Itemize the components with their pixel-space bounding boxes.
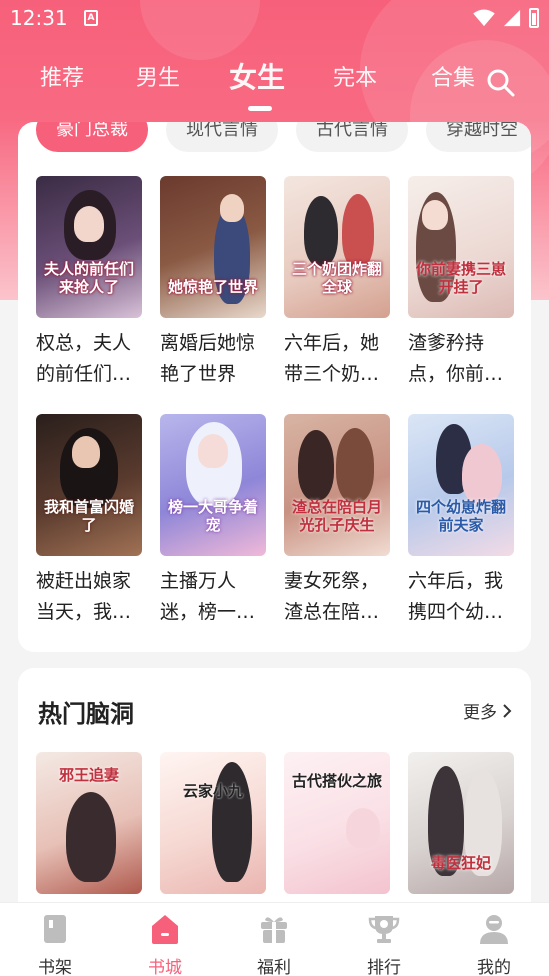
tab-completed[interactable]: 完本 bbox=[333, 60, 377, 92]
nav-bookshelf[interactable]: 书架 bbox=[0, 903, 110, 976]
more-label: 更多 bbox=[463, 703, 497, 723]
status-time: 12:31 bbox=[10, 6, 68, 30]
book-item[interactable]: 邪王追妻 bbox=[36, 752, 142, 894]
book-item[interactable]: 渣总在陪白月光孔子庆生 妻女死祭，渣总在陪白月光孔子庆生 bbox=[284, 414, 390, 628]
book-item[interactable]: 毒医狂妃 bbox=[408, 752, 514, 894]
book-cover[interactable]: 古代搭伙之旅 bbox=[284, 752, 390, 894]
hot-section-card: 热门脑洞 更多 邪王追妻 云家小九 古代搭伙之旅 毒医狂妃 bbox=[18, 668, 531, 928]
book-title[interactable]: 渣爹矜持点，你前妻携三崽开挂了 bbox=[408, 328, 514, 390]
cover-title: 邪王追妻 bbox=[58, 766, 119, 784]
book-title[interactable]: 权总，夫人的前任们来抢人了 bbox=[36, 328, 142, 390]
top-tabs: 推荐 男生 女生 完本 合集 bbox=[0, 60, 549, 111]
category-chips: 豪门总裁 现代言情 古代言情 穿越时空 bbox=[36, 122, 531, 152]
cover-title: 毒医狂妃 bbox=[430, 854, 491, 872]
cover-title: 你前妻携三崽开挂了 bbox=[415, 260, 506, 296]
tab-collections[interactable]: 合集 bbox=[431, 60, 475, 92]
nav-rewards[interactable]: 福利 bbox=[219, 903, 329, 976]
tab-male[interactable]: 男生 bbox=[136, 60, 180, 92]
wifi-icon bbox=[473, 9, 495, 27]
book-list-card: 豪门总裁 现代言情 古代言情 穿越时空 夫人的前任们来抢人了 权总，夫人的前任们… bbox=[18, 122, 531, 652]
nav-bookstore[interactable]: 书城 bbox=[110, 903, 220, 976]
section-title: 热门脑洞 bbox=[38, 700, 134, 728]
status-bar: 12:31 A bbox=[0, 0, 549, 36]
book-item[interactable]: 云家小九 bbox=[160, 752, 266, 894]
chip-ancient-romance[interactable]: 古代言情 bbox=[296, 122, 408, 152]
nav-profile[interactable]: 我的 bbox=[439, 903, 549, 976]
book-cover[interactable]: 邪王追妻 bbox=[36, 752, 142, 894]
cover-title: 古代搭伙之旅 bbox=[291, 772, 382, 790]
gift-icon bbox=[261, 917, 287, 943]
book-title[interactable]: 被赶出娘家当天，我和首富闪婚了 bbox=[36, 566, 142, 628]
tab-female[interactable]: 女生 bbox=[229, 56, 285, 96]
book-item[interactable]: 她惊艳了世界 离婚后她惊艳了世界 bbox=[160, 176, 266, 390]
book-cover[interactable]: 她惊艳了世界 bbox=[160, 176, 266, 318]
book-cover[interactable]: 四个幼崽炸翻前夫家 bbox=[408, 414, 514, 556]
bookstore-icon bbox=[152, 915, 178, 944]
cover-title: 她惊艳了世界 bbox=[167, 278, 258, 296]
book-title[interactable]: 六年后，她带三个奶团炸翻全球 bbox=[284, 328, 390, 390]
book-title[interactable]: 妻女死祭，渣总在陪白月光孔子庆生 bbox=[284, 566, 390, 628]
cover-title: 渣总在陪白月光孔子庆生 bbox=[291, 498, 382, 534]
more-button[interactable]: 更多 bbox=[463, 698, 513, 723]
cover-title: 云家小九 bbox=[182, 782, 243, 800]
chip-time-travel[interactable]: 穿越时空 bbox=[426, 122, 531, 152]
chevron-right-icon bbox=[503, 703, 512, 718]
book-cover[interactable]: 我和首富闪婚了 bbox=[36, 414, 142, 556]
trophy-icon bbox=[368, 916, 400, 943]
tab-recommend[interactable]: 推荐 bbox=[40, 60, 84, 92]
nav-label: 我的 bbox=[477, 958, 511, 976]
book-row-2: 我和首富闪婚了 被赶出娘家当天，我和首富闪婚了 榜一大哥争着宠 主播万人迷，榜一… bbox=[36, 414, 514, 628]
book-title[interactable]: 离婚后她惊艳了世界 bbox=[160, 328, 266, 390]
tab-active-indicator bbox=[248, 106, 272, 111]
nav-ranking[interactable]: 排行 bbox=[329, 903, 439, 976]
notification-icon: A bbox=[84, 10, 98, 26]
book-cover[interactable]: 夫人的前任们来抢人了 bbox=[36, 176, 142, 318]
battery-icon bbox=[529, 8, 539, 28]
book-item[interactable]: 我和首富闪婚了 被赶出娘家当天，我和首富闪婚了 bbox=[36, 414, 142, 628]
cover-title: 我和首富闪婚了 bbox=[43, 498, 134, 534]
book-cover[interactable]: 渣总在陪白月光孔子庆生 bbox=[284, 414, 390, 556]
book-cover[interactable]: 云家小九 bbox=[160, 752, 266, 894]
bookshelf-icon bbox=[44, 915, 66, 943]
nav-label: 书架 bbox=[38, 958, 72, 976]
search-icon[interactable] bbox=[486, 68, 516, 98]
book-item[interactable]: 夫人的前任们来抢人了 权总，夫人的前任们来抢人了 bbox=[36, 176, 142, 390]
cover-title: 夫人的前任们来抢人了 bbox=[43, 260, 134, 296]
nav-label: 排行 bbox=[367, 958, 401, 976]
book-cover[interactable]: 毒医狂妃 bbox=[408, 752, 514, 894]
signal-icon bbox=[503, 9, 521, 27]
chip-modern-romance[interactable]: 现代言情 bbox=[166, 122, 278, 152]
book-cover[interactable]: 榜一大哥争着宠 bbox=[160, 414, 266, 556]
nav-label: 福利 bbox=[257, 958, 291, 976]
nav-label: 书城 bbox=[148, 958, 182, 976]
book-item[interactable]: 榜一大哥争着宠 主播万人迷，榜一大哥争着宠 bbox=[160, 414, 266, 628]
hot-book-row: 邪王追妻 云家小九 古代搭伙之旅 毒医狂妃 bbox=[36, 752, 514, 894]
cover-title: 三个奶团炸翻全球 bbox=[291, 260, 382, 296]
book-cover[interactable]: 你前妻携三崽开挂了 bbox=[408, 176, 514, 318]
book-cover[interactable]: 三个奶团炸翻全球 bbox=[284, 176, 390, 318]
cover-title: 榜一大哥争着宠 bbox=[167, 498, 258, 534]
book-row-1: 夫人的前任们来抢人了 权总，夫人的前任们来抢人了 她惊艳了世界 离婚后她惊艳了世… bbox=[36, 176, 514, 390]
chip-ceo-romance[interactable]: 豪门总裁 bbox=[36, 122, 148, 152]
book-item[interactable]: 古代搭伙之旅 bbox=[284, 752, 390, 894]
cover-title: 四个幼崽炸翻前夫家 bbox=[415, 498, 506, 534]
book-item[interactable]: 四个幼崽炸翻前夫家 六年后，我携四个幼崽炸翻前夫家 bbox=[408, 414, 514, 628]
bottom-navigation: 书架 书城 福利 排行 我的 bbox=[0, 902, 549, 976]
book-title[interactable]: 主播万人迷，榜一大哥争着宠 bbox=[160, 566, 266, 628]
book-item[interactable]: 你前妻携三崽开挂了 渣爹矜持点，你前妻携三崽开挂了 bbox=[408, 176, 514, 390]
book-item[interactable]: 三个奶团炸翻全球 六年后，她带三个奶团炸翻全球 bbox=[284, 176, 390, 390]
book-title[interactable]: 六年后，我携四个幼崽炸翻前夫家 bbox=[408, 566, 514, 628]
profile-icon bbox=[480, 915, 508, 944]
